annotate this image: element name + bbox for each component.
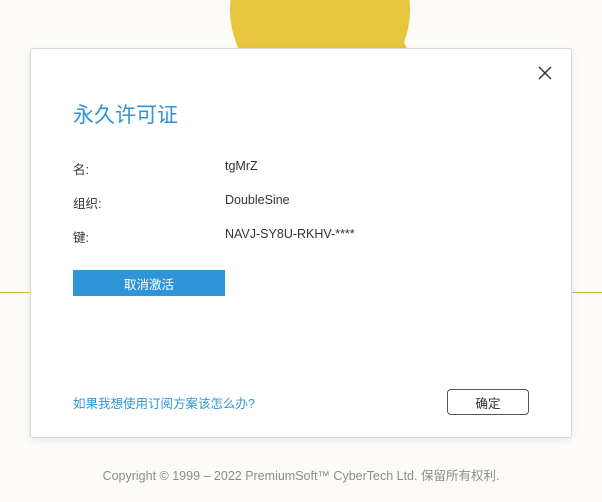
key-label: 键: [73, 227, 225, 246]
subscription-link[interactable]: 如果我想使用订阅方案该怎么办? [73, 393, 255, 412]
org-value: DoubleSine [225, 193, 290, 212]
key-value: NAVJ-SY8U-RKHV-**** [225, 227, 355, 246]
dialog-body: 永久许可证 名: tgMrZ 组织: DoubleSine 键: NAVJ-SY… [31, 49, 571, 296]
org-label: 组织: [73, 193, 225, 212]
org-row: 组织: DoubleSine [73, 193, 529, 212]
key-row: 键: NAVJ-SY8U-RKHV-**** [73, 227, 529, 246]
license-dialog: 永久许可证 名: tgMrZ 组织: DoubleSine 键: NAVJ-SY… [30, 48, 572, 438]
close-icon [538, 66, 552, 80]
name-value: tgMrZ [225, 159, 258, 178]
name-row: 名: tgMrZ [73, 159, 529, 178]
dialog-footer: 如果我想使用订阅方案该怎么办? 确定 [73, 389, 529, 415]
dialog-title: 永久许可证 [73, 99, 529, 129]
copyright-text: Copyright © 1999 – 2022 PremiumSoft™ Cyb… [0, 465, 602, 484]
name-label: 名: [73, 159, 225, 178]
ok-button[interactable]: 确定 [447, 389, 529, 415]
deactivate-button[interactable]: 取消激活 [73, 270, 225, 296]
close-button[interactable] [535, 63, 555, 83]
